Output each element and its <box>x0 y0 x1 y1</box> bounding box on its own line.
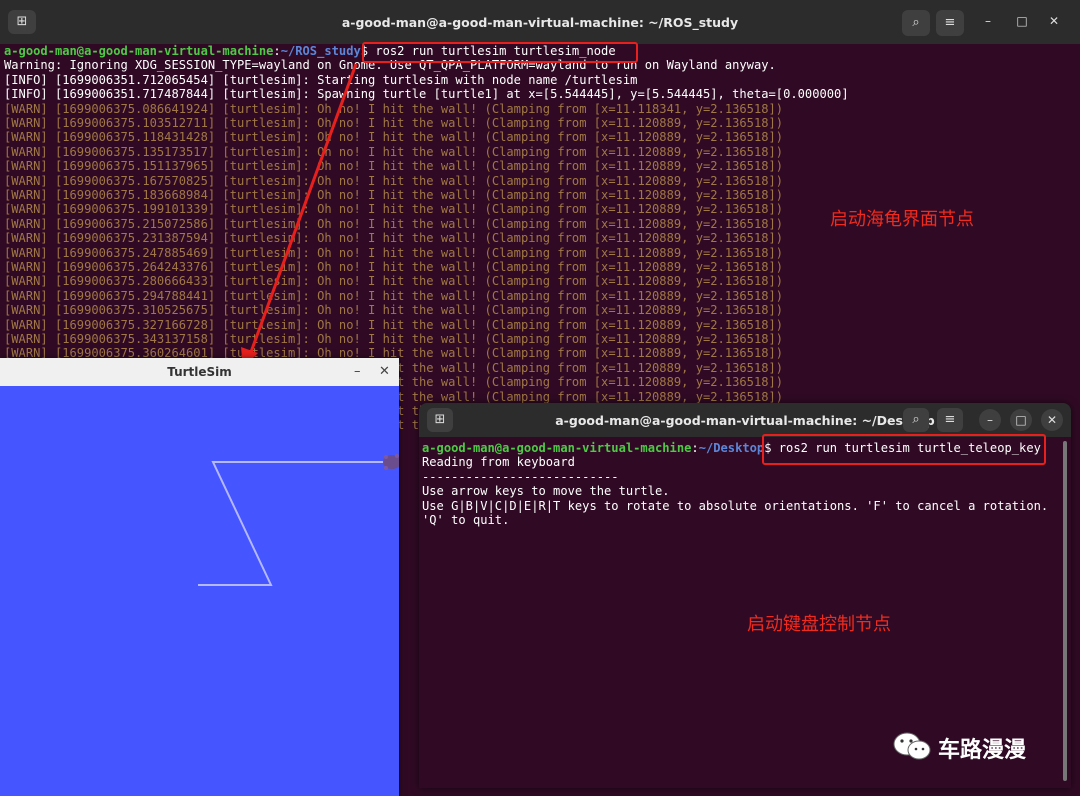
turtlesim-window[interactable]: TurtleSim – ✕ <box>0 358 399 796</box>
close-button[interactable]: ✕ <box>1044 14 1064 28</box>
turtlesim-title: TurtleSim <box>167 365 232 379</box>
turtle-icon <box>383 454 399 470</box>
turtlesim-titlebar[interactable]: TurtleSim – ✕ <box>0 358 399 386</box>
terminal1-log-line: [WARN] [1699006375.167570825] [turtlesim… <box>4 173 784 188</box>
maximize-icon: □ <box>1015 413 1027 427</box>
terminal2-close-button[interactable]: ✕ <box>1041 409 1063 431</box>
terminal2-log-line: Reading from keyboard <box>422 455 575 470</box>
terminal1-log-line: [WARN] [1699006375.118431428] [turtlesim… <box>4 130 784 145</box>
terminal-window-desktop[interactable]: ⊞ a-good-man@a-good-man-virtual-machine:… <box>419 403 1071 788</box>
turtlesim-minimize-button[interactable]: – <box>354 364 361 379</box>
command-highlight-box-1 <box>362 42 638 63</box>
terminal2-scrollbar[interactable] <box>1063 441 1067 781</box>
command-highlight-box-2 <box>762 434 1046 465</box>
terminal2-menu-button[interactable]: ≡ <box>937 408 963 432</box>
prompt-sep: : <box>691 441 699 455</box>
menu-button[interactable]: ≡ <box>936 10 964 36</box>
terminal1-log-line: [INFO] [1699006351.717487844] [turtlesim… <box>4 87 849 102</box>
terminal1-log-line: [WARN] [1699006375.215072586] [turtlesim… <box>4 216 784 231</box>
terminal1-log-line: [WARN] [1699006375.343137158] [turtlesim… <box>4 332 784 346</box>
terminal1-log-line: [WARN] [1699006375.199101339] [turtlesim… <box>4 202 784 217</box>
search-icon: ⌕ <box>912 412 920 427</box>
terminal1-log-line: [WARN] [1699006375.294788441] [turtlesim… <box>4 288 784 303</box>
hamburger-menu-icon: ≡ <box>944 412 956 427</box>
terminal2-log-line: 'Q' to quit. <box>422 513 510 527</box>
terminal2-log-line: --------------------------- <box>422 469 619 484</box>
terminal2-log-line: Use G|B|V|C|D|E|R|T keys to rotate to ab… <box>422 498 1049 513</box>
watermark-text: 车路漫漫 <box>938 738 1027 763</box>
minimize-button[interactable]: – <box>978 14 998 28</box>
terminal1-log-line: [WARN] [1699006375.231387594] [turtlesim… <box>4 231 784 246</box>
maximize-button[interactable]: □ <box>1012 14 1032 28</box>
search-icon: ⌕ <box>912 15 920 30</box>
minimize-icon: – <box>987 413 993 427</box>
terminal2-search-button[interactable]: ⌕ <box>903 408 929 432</box>
terminal2-minimize-button[interactable]: – <box>979 409 1001 431</box>
turtlesim-close-button[interactable]: ✕ <box>379 364 390 379</box>
terminal1-log-line: [WARN] [1699006375.280666433] [turtlesim… <box>4 274 784 289</box>
annotation-turtle-node: 启动海龟界面节点 <box>830 209 974 230</box>
maximize-icon: □ <box>1016 14 1028 28</box>
annotation-teleop-node: 启动键盘控制节点 <box>747 614 891 635</box>
terminal1-log-line: [WARN] [1699006375.086641924] [turtlesim… <box>4 101 784 116</box>
terminal1-log-line: [WARN] [1699006375.183668984] [turtlesim… <box>4 188 784 202</box>
terminal1-log-line: [WARN] [1699006375.151137965] [turtlesim… <box>4 159 784 174</box>
search-button[interactable]: ⌕ <box>902 10 930 36</box>
terminal1-log-line: [WARN] [1699006375.310525675] [turtlesim… <box>4 303 784 318</box>
wechat-icon <box>893 732 931 760</box>
terminal1-titlebar[interactable]: ⊞ a-good-man@a-good-man-virtual-machine:… <box>0 0 1080 44</box>
minimize-icon: – <box>985 14 991 28</box>
prompt-path: ~/ROS_study <box>280 44 361 58</box>
terminal1-log-line: [WARN] [1699006375.103512711] [turtlesim… <box>4 116 784 130</box>
terminal1-log-line: [INFO] [1699006351.712065454] [turtlesim… <box>4 72 638 87</box>
terminal2-maximize-button[interactable]: □ <box>1010 409 1032 431</box>
close-icon: ✕ <box>1046 413 1058 427</box>
turtlesim-canvas <box>0 386 399 796</box>
terminal1-log-line: [WARN] [1699006375.327166728] [turtlesim… <box>4 317 784 332</box>
prompt-path: ~/Desktop <box>698 441 765 455</box>
terminal1-log-line: [WARN] [1699006375.135173517] [turtlesim… <box>4 144 784 159</box>
prompt-sep: : <box>273 44 281 58</box>
terminal2-log-line: Use arrow keys to move the turtle. <box>422 484 670 499</box>
prompt-user: a-good-man@a-good-man-virtual-machine <box>4 44 274 58</box>
prompt-user: a-good-man@a-good-man-virtual-machine <box>422 441 692 455</box>
terminal1-log-line: [WARN] [1699006375.264243376] [turtlesim… <box>4 260 784 274</box>
terminal2-title: a-good-man@a-good-man-virtual-machine: ~… <box>555 413 935 428</box>
close-icon: ✕ <box>1048 14 1060 28</box>
turtlesim-background <box>0 386 399 796</box>
terminal2-titlebar[interactable]: ⊞ a-good-man@a-good-man-virtual-machine:… <box>419 403 1071 437</box>
terminal1-log-line: [WARN] [1699006375.247885469] [turtlesim… <box>4 245 784 260</box>
hamburger-menu-icon: ≡ <box>944 15 956 30</box>
